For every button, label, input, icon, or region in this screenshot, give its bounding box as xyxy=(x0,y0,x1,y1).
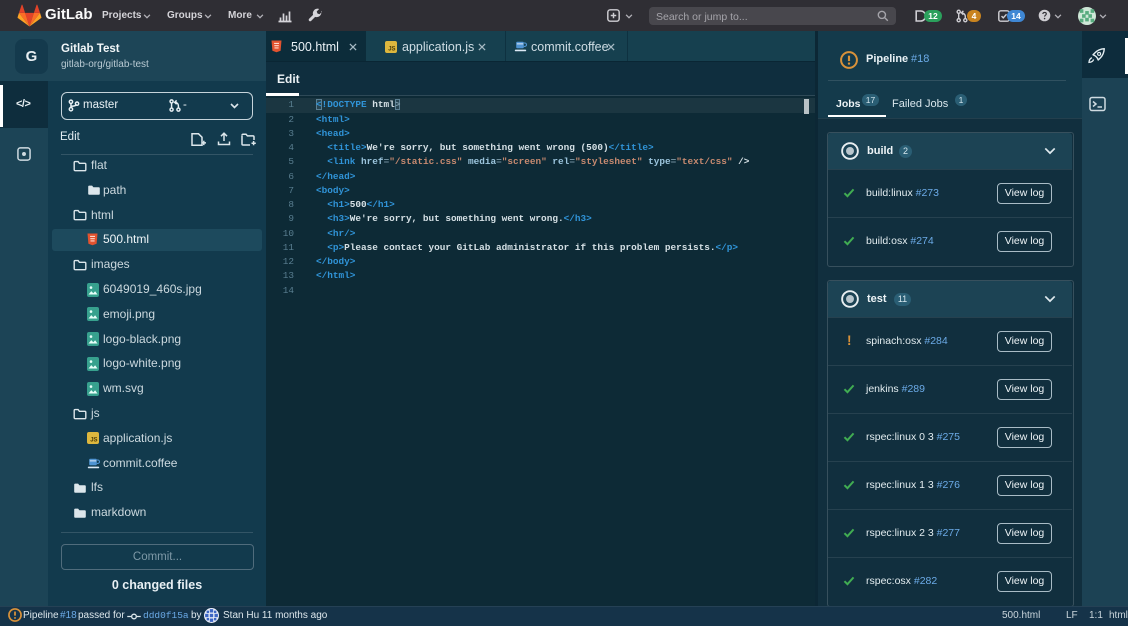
svg-text:JS: JS xyxy=(388,47,395,53)
svg-text:JS: JS xyxy=(90,438,97,444)
